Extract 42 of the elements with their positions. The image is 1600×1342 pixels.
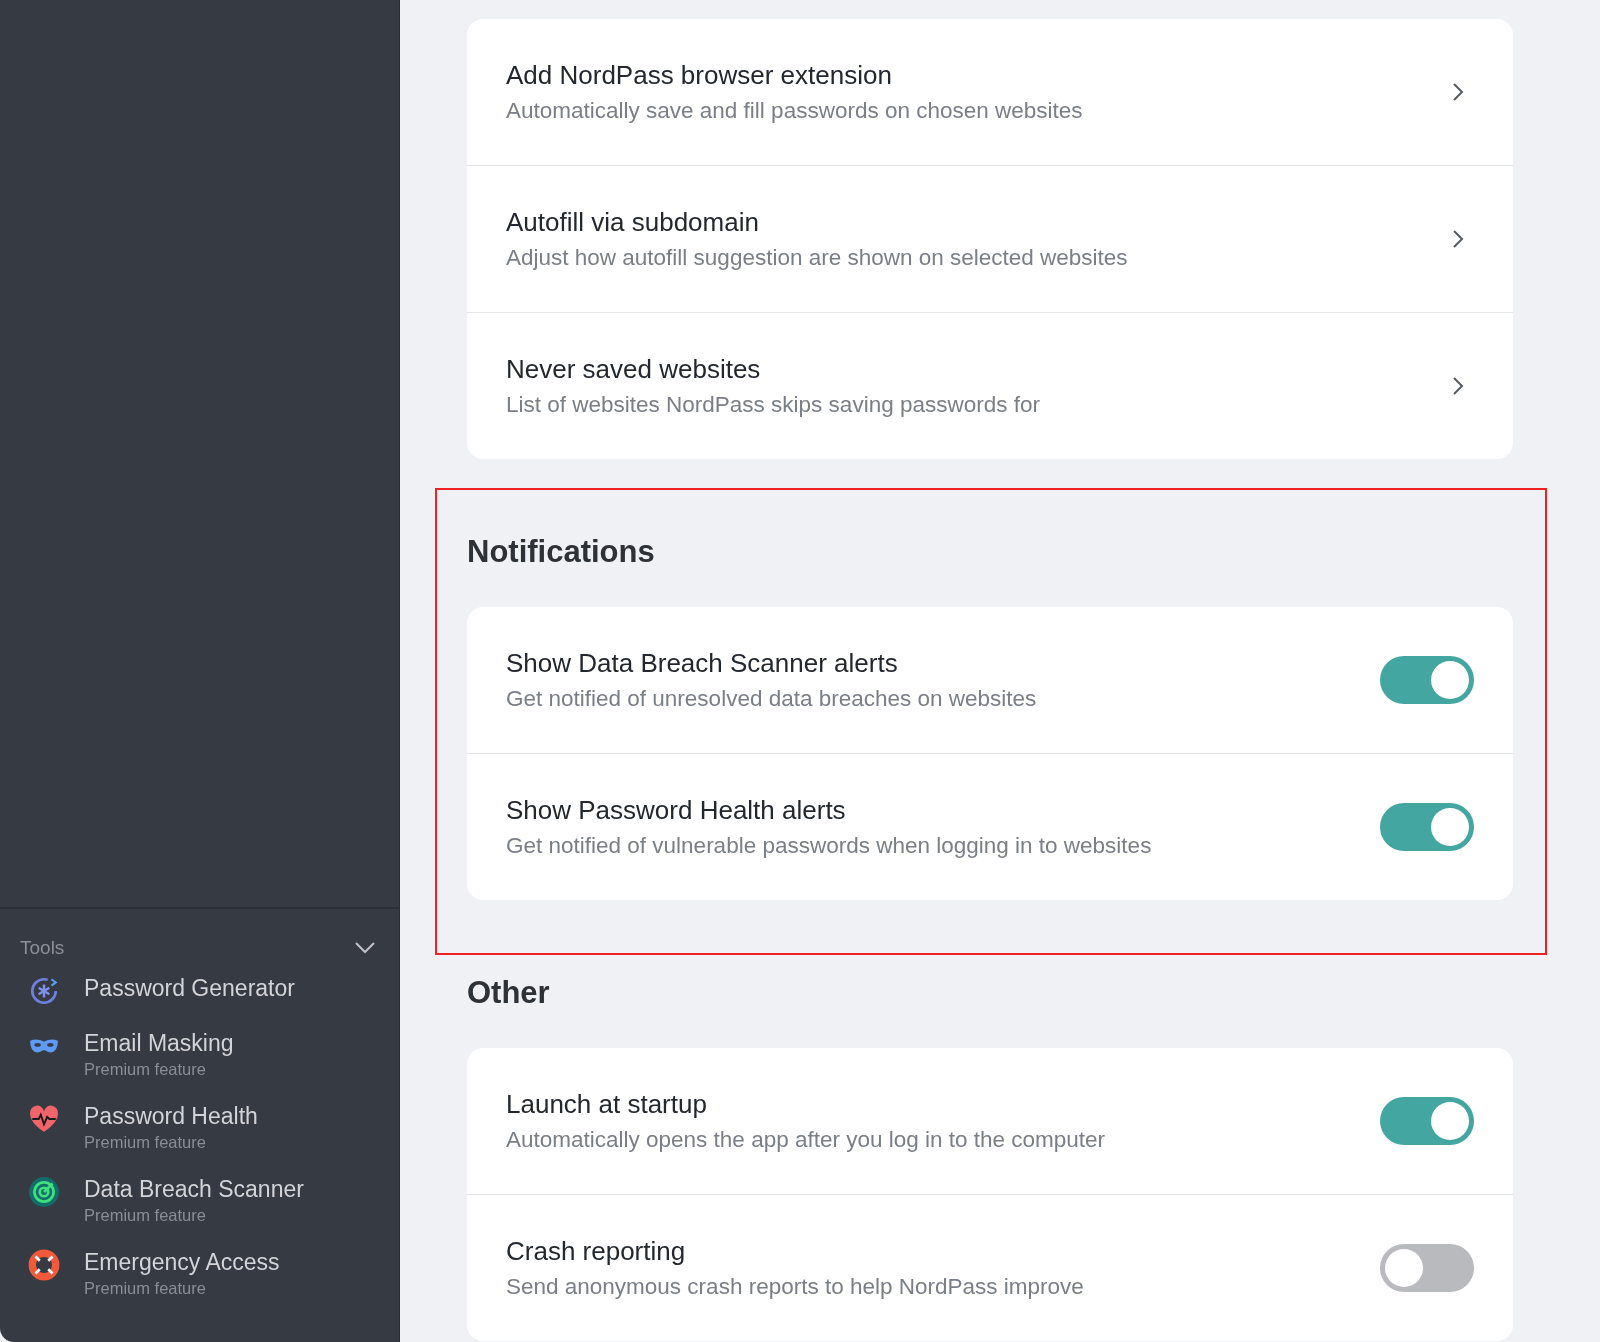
tool-name: Password Health xyxy=(84,1102,258,1131)
chevron-icon xyxy=(1452,82,1464,102)
tool-subtitle: Premium feature xyxy=(84,1132,207,1153)
toggle-switch[interactable] xyxy=(1380,1097,1474,1145)
setting-description: Automatically save and fill passwords on chosen websites xyxy=(506,96,1083,125)
setting-title: Autofill via subdomain xyxy=(506,206,760,237)
tool-subtitle: Premium feature xyxy=(84,1278,207,1299)
lifebuoy-icon xyxy=(28,1249,60,1281)
tool-subtitle: Premium feature xyxy=(84,1205,207,1226)
setting-title: Launch at startup xyxy=(506,1088,708,1119)
setting-title: Show Password Health alerts xyxy=(506,794,847,825)
setting-title: Show Data Breach Scanner alerts xyxy=(506,647,899,678)
setting-title: Never saved websites xyxy=(506,353,762,384)
chevron-icon xyxy=(1452,229,1464,249)
tool-subtitle: Premium feature xyxy=(84,1059,207,1080)
setting-description: Automatically opens the app after you log in to the computer xyxy=(506,1125,1106,1154)
section-heading: Other xyxy=(467,978,551,1008)
tool-name: Email Masking xyxy=(84,1029,234,1058)
tool-name: Emergency Access xyxy=(84,1248,280,1277)
setting-description: List of websites NordPass skips saving passwords for xyxy=(506,390,1040,419)
generator-icon xyxy=(28,975,60,1007)
section-label: Tools xyxy=(20,937,65,959)
setting-description: Get notified of unresolved data breaches on websites xyxy=(506,684,1037,713)
tool-item[interactable]: Email Masking Premium feature xyxy=(28,1028,375,1080)
setting-description: Adjust how autofill suggestion are shown on selected websites xyxy=(506,243,1128,272)
toggle-switch[interactable] xyxy=(1380,656,1474,704)
chevron-icon[interactable] xyxy=(355,942,375,954)
setting-description: Send anonymous crash reports to help NordPass improve xyxy=(506,1272,1084,1301)
chevron-icon xyxy=(1452,376,1464,396)
tool-item[interactable]: Password Health Premium feature xyxy=(28,1101,375,1153)
tool-name: Password Generator xyxy=(84,974,295,1003)
target-icon xyxy=(28,1176,60,1208)
setting-title: Crash reporting xyxy=(506,1235,687,1266)
tool-item[interactable]: Password Generator xyxy=(28,973,375,1007)
toggle-switch[interactable] xyxy=(1380,803,1474,851)
toggle-switch[interactable] xyxy=(1380,1244,1474,1292)
tool-item[interactable]: Data Breach Scanner Premium feature xyxy=(28,1174,375,1226)
tool-item[interactable]: Emergency Access Premium feature xyxy=(28,1247,375,1299)
tool-name: Data Breach Scanner xyxy=(84,1175,304,1204)
setting-description: Get notified of vulnerable passwords when logging in to websites xyxy=(506,831,1152,860)
section-heading: Notifications xyxy=(467,537,656,567)
setting-title: Add NordPass browser extension xyxy=(506,59,893,90)
